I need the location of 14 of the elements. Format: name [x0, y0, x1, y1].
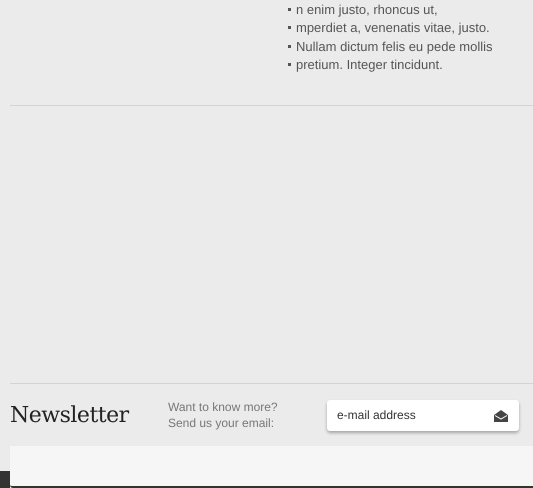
bullet-icon: [288, 26, 291, 30]
newsletter-prompt: Send us your email:: [168, 415, 276, 431]
list-item-text: n enim justo, rhoncus ut,: [296, 0, 438, 19]
newsletter-prompt: Want to know more?: [168, 399, 279, 415]
bullet-icon: [288, 44, 291, 48]
bullet-icon: [288, 63, 291, 66]
dark-footer-edge: [0, 471, 10, 488]
newsletter-title: Newsletter: [10, 402, 130, 430]
list-item-text: pretium. Integer tincidunt.: [296, 56, 443, 74]
email-field[interactable]: e-mail address: [327, 400, 519, 430]
list-item-text: mperdiet a, venenatis vitae, justo.: [296, 19, 490, 37]
list-item-text: Nullam dictum felis eu pede mollis: [296, 38, 493, 56]
envelope-icon[interactable]: [494, 410, 508, 422]
bullet-icon: [288, 8, 291, 11]
